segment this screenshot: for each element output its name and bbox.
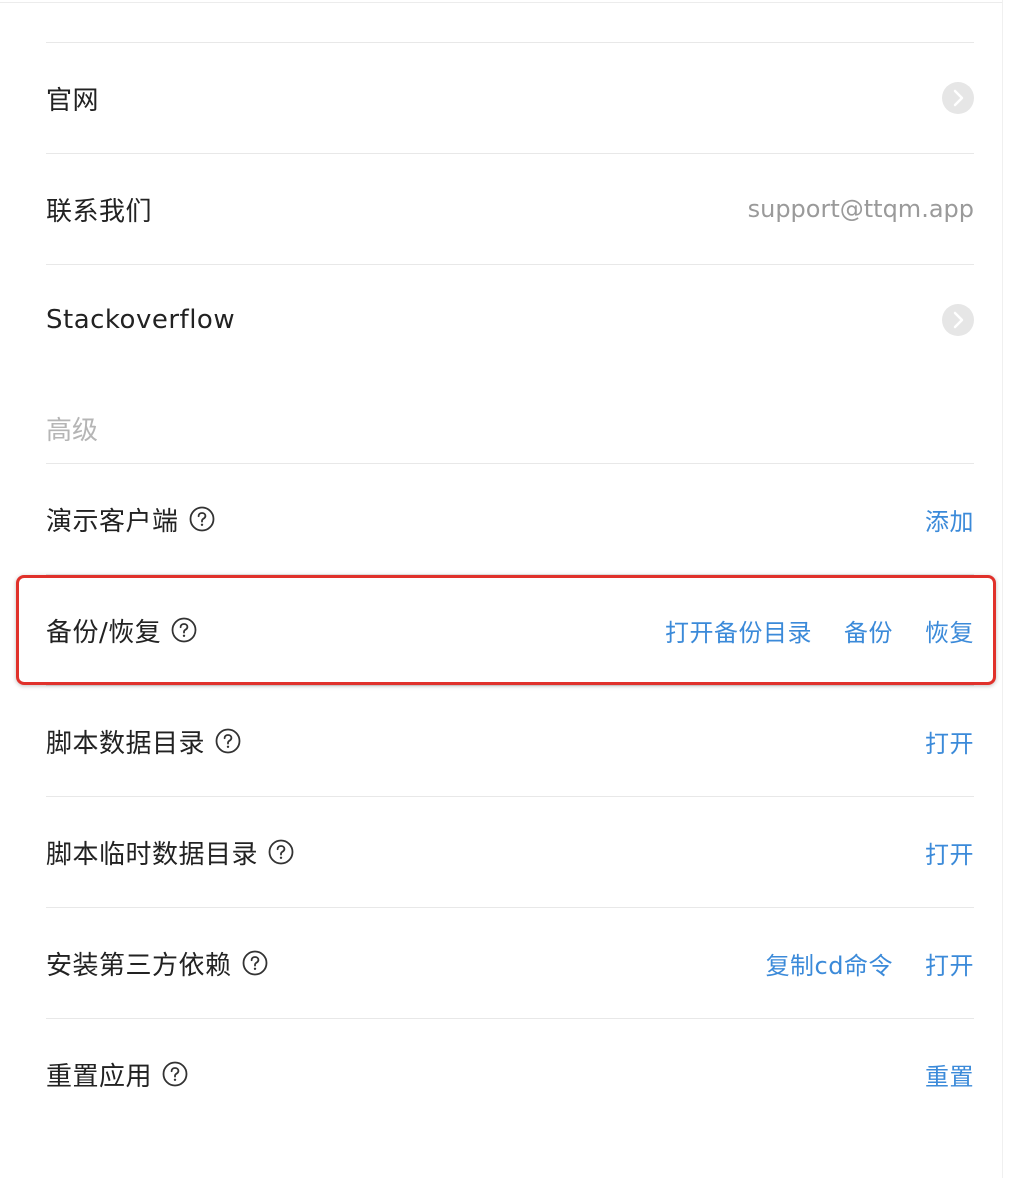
website-label: 官网 [46,85,100,116]
contact-email[interactable]: support@ttqm.app [748,195,974,223]
help-icon[interactable] [268,839,294,865]
reset-app-label: 重置应用 [46,1061,153,1092]
script-temp-data-dir-actions: 打开 [925,835,974,870]
chevron-right-icon[interactable] [942,304,974,336]
script-temp-data-dir-label: 脚本临时数据目录 [46,839,259,870]
settings-list: 官网 联系我们 support@ttqm.app Stackoverflow 高… [46,42,974,1129]
row-demo-client: 演示客户端 添加 [46,463,974,574]
row-website[interactable]: 官网 [46,42,974,153]
script-data-dir-actions: 打开 [925,724,974,759]
backup-link[interactable]: 备份 [844,613,893,648]
chevron-right-icon[interactable] [942,82,974,114]
script-data-dir-label: 脚本数据目录 [46,728,206,759]
row-backup-restore: 备份/恢复 打开备份目录 备份 恢复 [46,574,974,685]
open-backup-dir-link[interactable]: 打开备份目录 [665,613,812,648]
help-icon[interactable] [189,506,215,532]
row-contact: 联系我们 support@ttqm.app [46,153,974,264]
script-temp-data-dir-label-group: 脚本临时数据目录 [46,834,294,871]
top-divider [0,2,1002,3]
copy-cd-command-link[interactable]: 复制cd命令 [766,946,893,981]
reset-app-label-group: 重置应用 [46,1056,188,1093]
script-data-dir-label-group: 脚本数据目录 [46,723,241,760]
add-demo-client-link[interactable]: 添加 [925,502,974,537]
open-script-data-dir-link[interactable]: 打开 [925,724,974,759]
section-title-advanced: 高级 [46,416,99,446]
row-install-deps: 安装第三方依赖 复制cd命令 打开 [46,907,974,1018]
backup-restore-label-group: 备份/恢复 [46,612,197,649]
stackoverflow-label: Stackoverflow [46,305,236,335]
window-edge [1002,0,1003,1178]
help-icon[interactable] [242,950,268,976]
help-icon[interactable] [171,617,197,643]
help-icon[interactable] [215,728,241,754]
contact-label: 联系我们 [46,196,153,227]
demo-client-label-group: 演示客户端 [46,501,215,538]
settings-page: 官网 联系我们 support@ttqm.app Stackoverflow 高… [0,0,1020,1178]
help-icon[interactable] [162,1061,188,1087]
row-script-temp-data-dir: 脚本临时数据目录 打开 [46,796,974,907]
install-deps-actions: 复制cd命令 打开 [766,946,974,981]
demo-client-actions: 添加 [925,502,974,537]
install-deps-label: 安装第三方依赖 [46,950,232,981]
backup-restore-actions: 打开备份目录 备份 恢复 [665,613,974,648]
reset-app-link[interactable]: 重置 [925,1057,974,1092]
open-deps-dir-link[interactable]: 打开 [925,946,974,981]
row-script-data-dir: 脚本数据目录 打开 [46,685,974,796]
restore-link[interactable]: 恢复 [925,613,974,648]
reset-app-actions: 重置 [925,1057,974,1092]
demo-client-label: 演示客户端 [46,506,179,537]
open-script-temp-data-dir-link[interactable]: 打开 [925,835,974,870]
row-stackoverflow[interactable]: Stackoverflow [46,264,974,375]
row-reset-app: 重置应用 重置 [46,1018,974,1129]
backup-restore-label: 备份/恢复 [46,617,162,648]
install-deps-label-group: 安装第三方依赖 [46,945,268,982]
